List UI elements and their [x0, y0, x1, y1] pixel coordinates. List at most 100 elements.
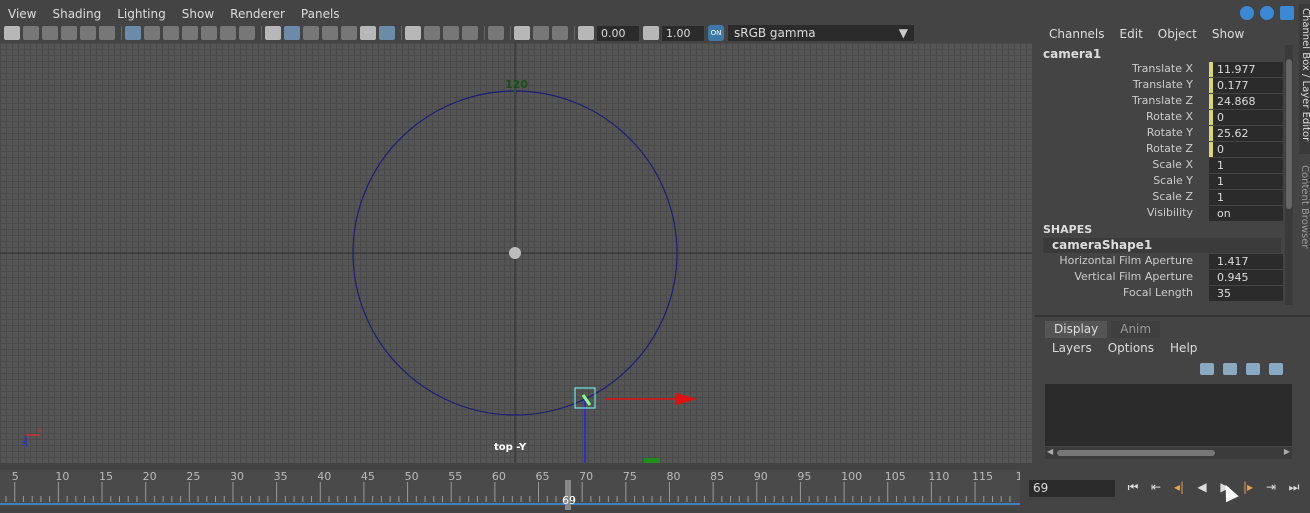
gate-mask-icon[interactable] [182, 26, 198, 40]
exposure-icon[interactable] [578, 26, 594, 40]
menu-view[interactable]: View [8, 7, 36, 21]
resolution-gate-icon[interactable] [163, 26, 179, 40]
layer-list[interactable] [1045, 384, 1292, 446]
shape-node-name[interactable]: cameraShape1 [1043, 238, 1281, 253]
menu-help[interactable]: Help [1170, 341, 1197, 355]
attr-value[interactable]: 0.177 [1209, 78, 1283, 93]
attr-rotate-x[interactable]: Rotate X 0 [1035, 110, 1285, 125]
camera-attributes-icon[interactable] [23, 26, 39, 40]
side-tab-content-browser[interactable]: Content Browser [1299, 165, 1310, 265]
new-layer-icon[interactable] [1246, 363, 1260, 375]
attr-horizontal-film-aperture[interactable]: Horizontal Film Aperture 1.417 [1035, 254, 1285, 269]
color-management-icon[interactable]: ON [708, 25, 724, 41]
menu-shading[interactable]: Shading [52, 7, 101, 21]
attr-value[interactable]: 0 [1209, 110, 1283, 125]
play-backwards-icon[interactable]: ◀ [1193, 479, 1211, 495]
use-all-lights-icon[interactable] [360, 26, 376, 40]
wireframe-icon[interactable] [265, 26, 281, 40]
scrollbar-thumb[interactable] [1286, 59, 1292, 209]
node-name[interactable]: camera1 [1043, 47, 1101, 61]
modeling-toolkit-icon[interactable] [1240, 6, 1254, 20]
attr-value[interactable]: 25.62 [1209, 126, 1283, 141]
menu-edit[interactable]: Edit [1120, 27, 1143, 41]
motion-blur-icon[interactable] [424, 26, 440, 40]
attr-translate-x[interactable]: Translate X 11.977 [1035, 62, 1285, 77]
menu-show[interactable]: Show [182, 7, 214, 21]
move-layer-down-icon[interactable] [1223, 363, 1237, 375]
attr-value[interactable]: 0.945 [1209, 270, 1283, 285]
channel-box-scrollbar[interactable] [1285, 45, 1293, 305]
2d-pan-zoom-icon[interactable] [80, 26, 96, 40]
menu-panels[interactable]: Panels [301, 7, 340, 21]
film-gate-icon[interactable] [144, 26, 160, 40]
step-back-key-icon[interactable]: ⇤ [1147, 479, 1165, 495]
xray-joints-icon[interactable] [552, 26, 568, 40]
tab-anim[interactable]: Anim [1111, 321, 1161, 338]
attr-translate-y[interactable]: Translate Y 0.177 [1035, 78, 1285, 93]
attr-value[interactable]: 1.417 [1209, 254, 1283, 269]
side-tab-channel-box[interactable]: Channel Box / Layer Editor [1299, 4, 1310, 154]
scroll-left-icon[interactable]: ◀ [1047, 447, 1053, 456]
attr-visibility[interactable]: Visibility on [1035, 206, 1285, 221]
tab-display[interactable]: Display [1045, 321, 1108, 338]
current-frame-field[interactable]: 69 [1029, 480, 1115, 497]
attr-rotate-y[interactable]: Rotate Y 25.62 [1035, 126, 1285, 141]
image-plane-icon[interactable] [61, 26, 77, 40]
menu-object[interactable]: Object [1158, 27, 1197, 41]
manipulator-x-arrow[interactable] [676, 393, 697, 405]
wireframe-on-shaded-icon[interactable] [303, 26, 319, 40]
gamma-field[interactable]: 1.00 [662, 25, 704, 41]
grid-icon[interactable] [125, 26, 141, 40]
menu-channels[interactable]: Channels [1049, 27, 1105, 41]
anti-aliasing-icon[interactable] [443, 26, 459, 40]
field-chart-icon[interactable] [201, 26, 217, 40]
step-back-frame-icon[interactable]: ◂| [1170, 479, 1188, 495]
bookmarks-icon[interactable] [42, 26, 58, 40]
attr-vertical-film-aperture[interactable]: Vertical Film Aperture 0.945 [1035, 270, 1285, 285]
textured-icon[interactable] [322, 26, 338, 40]
attr-value[interactable]: on [1209, 206, 1283, 221]
smooth-shade-icon[interactable] [284, 26, 300, 40]
attr-scale-x[interactable]: Scale X 1 [1035, 158, 1285, 173]
attr-translate-z[interactable]: Translate Z 24.868 [1035, 94, 1285, 109]
attr-scale-y[interactable]: Scale Y 1 [1035, 174, 1285, 189]
step-forward-frame-icon[interactable]: |▸ [1239, 479, 1257, 495]
attr-value[interactable]: 0 [1209, 142, 1283, 157]
move-layer-up-icon[interactable] [1200, 363, 1214, 375]
grease-pencil-icon[interactable] [99, 26, 115, 40]
safe-title-icon[interactable] [239, 26, 255, 40]
attr-value[interactable]: 11.977 [1209, 62, 1283, 77]
checker-icon[interactable] [341, 26, 357, 40]
attr-value[interactable]: 35 [1209, 286, 1283, 301]
scrollbar-thumb[interactable] [1057, 450, 1215, 456]
camera-select-icon[interactable] [4, 26, 20, 40]
xray-icon[interactable] [514, 26, 530, 40]
screen-space-ao-icon[interactable] [405, 26, 421, 40]
panel-splitter[interactable] [1035, 315, 1310, 317]
time-slider-track[interactable]: 5 10 15 20 25 30 35 40 45 50 55 60 65 70 75 80 85 90 95 100… [0, 470, 1020, 510]
layer-list-scrollbar[interactable]: ◀ ▶ [1045, 447, 1292, 459]
go-to-start-icon[interactable]: ⏮ [1124, 479, 1142, 495]
attr-value[interactable]: 1 [1209, 174, 1283, 189]
attr-value[interactable]: 1 [1209, 190, 1283, 205]
scroll-right-icon[interactable]: ▶ [1284, 447, 1290, 456]
menu-show[interactable]: Show [1212, 27, 1244, 41]
safe-action-icon[interactable] [220, 26, 236, 40]
attr-focal-length[interactable]: Focal Length 35 [1035, 286, 1285, 301]
exposure-field[interactable]: 0.00 [597, 25, 639, 41]
isolate-select-icon[interactable] [488, 26, 504, 40]
menu-layers[interactable]: Layers [1052, 341, 1092, 355]
gamma-icon[interactable] [643, 26, 659, 40]
attr-rotate-z[interactable]: Rotate Z 0 [1035, 142, 1285, 157]
menu-options[interactable]: Options [1108, 341, 1154, 355]
menu-renderer[interactable]: Renderer [230, 7, 285, 21]
xray-active-icon[interactable] [533, 26, 549, 40]
top-viewport[interactable]: x z 120 top -Y [0, 43, 1032, 463]
attribute-editor-icon[interactable] [1260, 6, 1274, 20]
attr-scale-z[interactable]: Scale Z 1 [1035, 190, 1285, 205]
new-layer-selected-icon[interactable] [1269, 363, 1283, 375]
menu-lighting[interactable]: Lighting [117, 7, 166, 21]
shadows-icon[interactable] [379, 26, 395, 40]
go-to-end-icon[interactable]: ⏭ [1285, 479, 1303, 495]
view-transform-dropdown[interactable]: sRGB gamma ▼ [728, 25, 914, 41]
